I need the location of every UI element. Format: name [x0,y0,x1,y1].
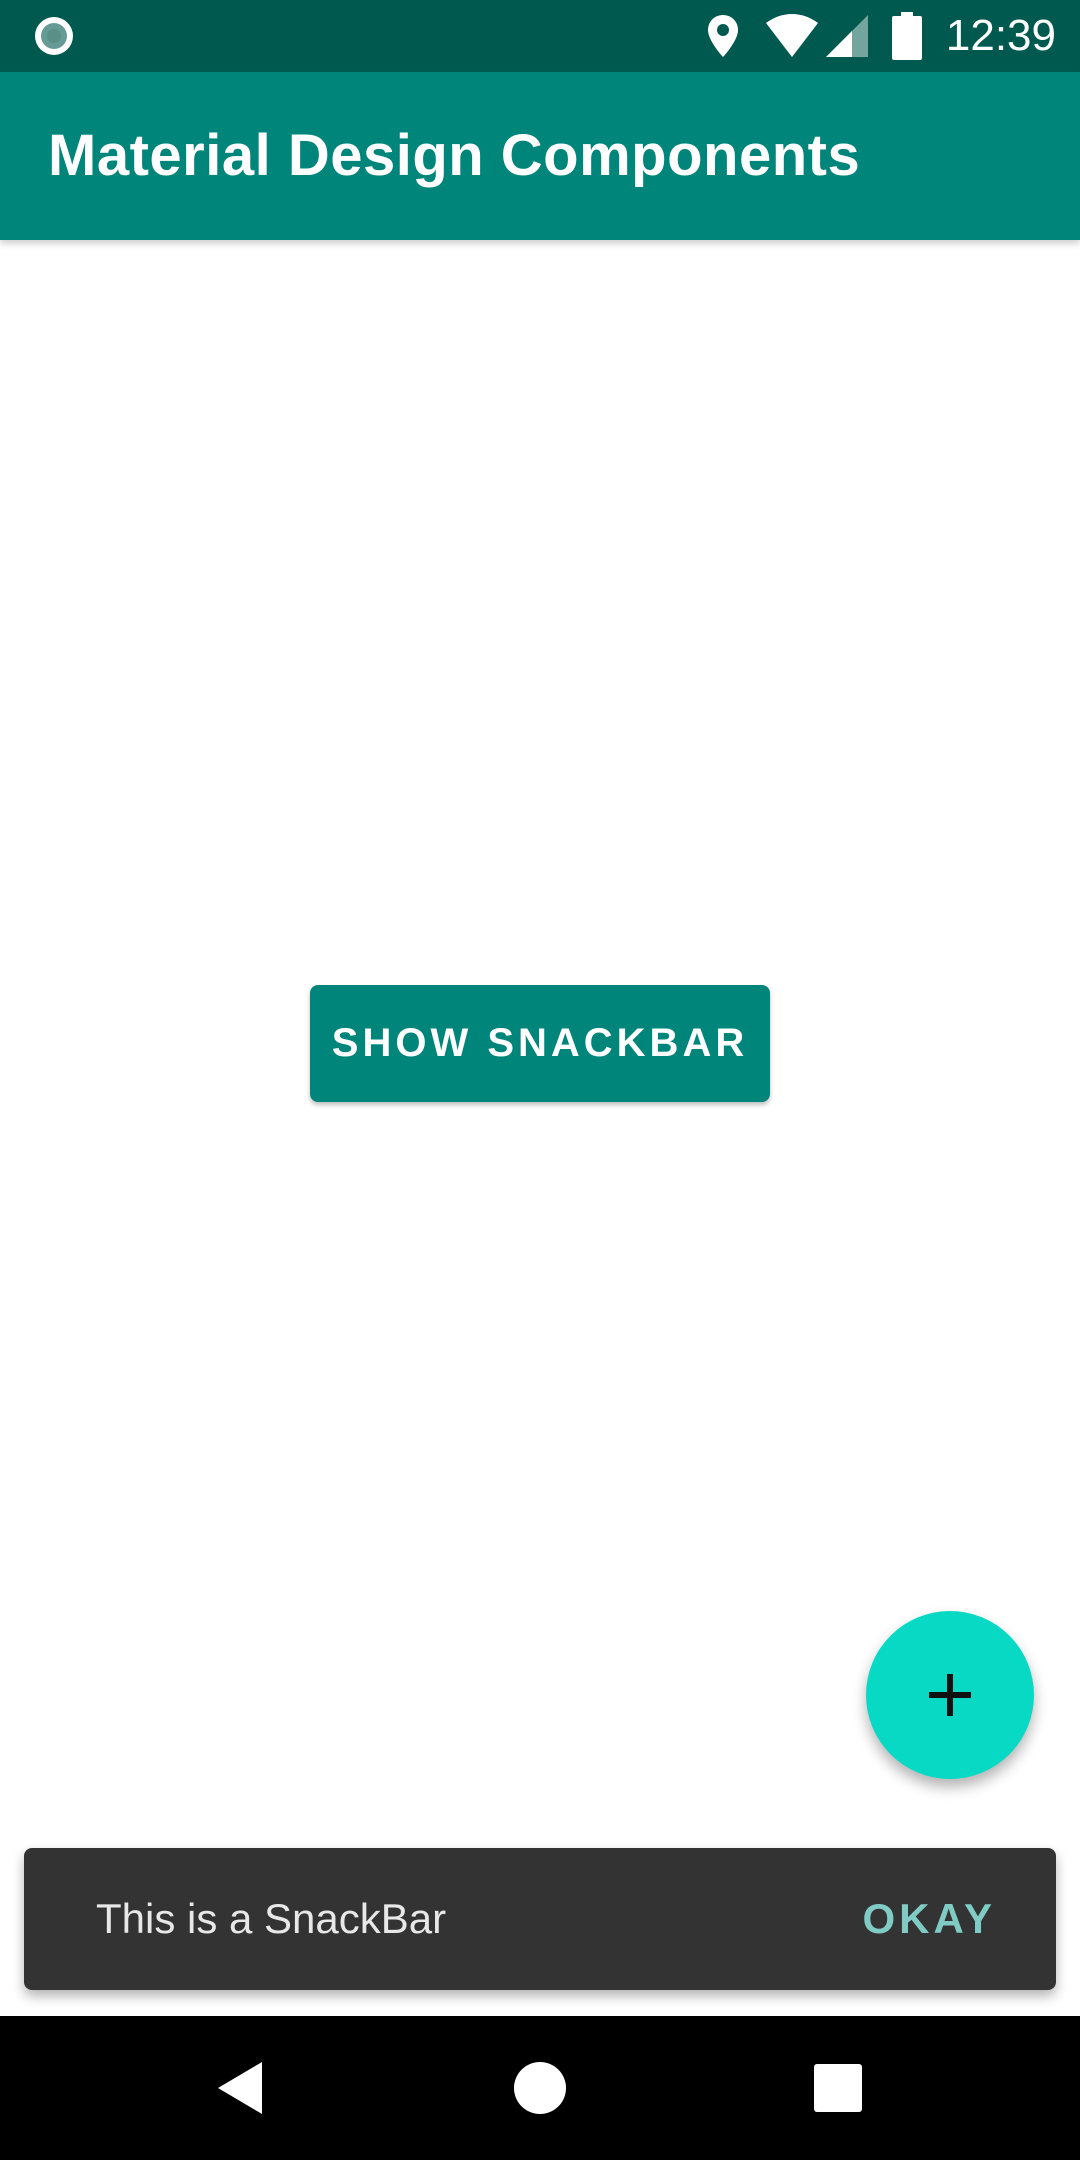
snackbar-message: This is a SnackBar [96,1895,447,1942]
recents-icon[interactable] [806,2056,870,2120]
app-bar: Material Design Components [0,72,1080,240]
nav-bar [0,2016,1080,2160]
home-icon[interactable] [508,2056,572,2120]
snackbar: This is a SnackBar OKAY [24,1848,1056,1990]
snackbar-okay-button[interactable]: OKAY [863,1848,997,1990]
notification-dot-icon [35,17,73,55]
wifi-icon [765,14,818,57]
plus-icon [929,1674,971,1716]
signal-icon [825,15,868,57]
show-snackbar-button[interactable]: SHOW SNACKBAR [310,985,770,1102]
location-icon [707,15,738,57]
app-title: Material Design Components [48,123,861,188]
back-icon[interactable] [210,2056,274,2120]
battery-icon [891,12,922,60]
status-bar: 12:39 [0,0,1080,72]
clock: 12:39 [945,11,1056,60]
status-icons: 12:39 [706,0,1080,72]
fab-add-button[interactable] [866,1611,1034,1779]
